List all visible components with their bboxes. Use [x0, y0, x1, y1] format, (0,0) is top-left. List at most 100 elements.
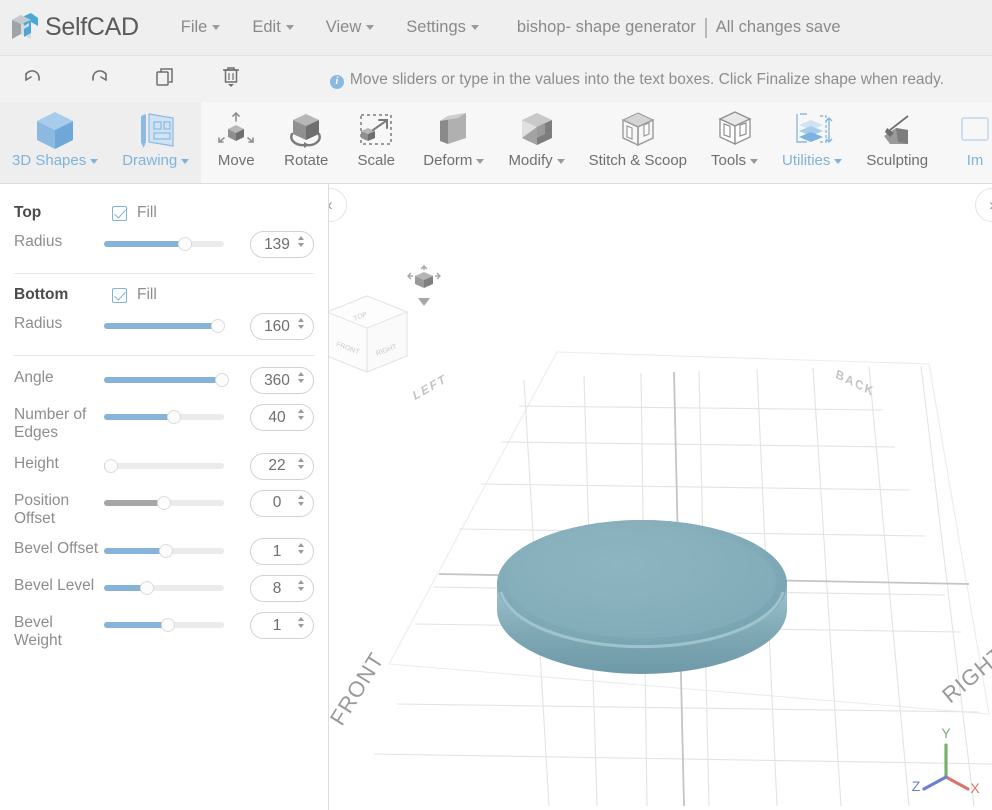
menu-item-view[interactable]: View [310, 12, 390, 43]
spinner-up-icon[interactable] [298, 494, 304, 499]
spinner-arrows[interactable] [298, 457, 304, 469]
document-title[interactable]: bishop- shape generator [517, 18, 696, 37]
delete-button[interactable] [198, 56, 264, 102]
chevron-down-icon [556, 158, 565, 164]
spinner-up-icon[interactable] [298, 457, 304, 462]
ribbon-item-tools[interactable]: Tools [699, 102, 770, 183]
axis-label-x: X [970, 780, 980, 796]
ribbon-item-sculpting[interactable]: Sculpting [854, 102, 940, 183]
spinner-up-icon[interactable] [298, 372, 304, 376]
spinner-up-icon[interactable] [298, 580, 304, 585]
spinner-arrows[interactable] [298, 580, 304, 592]
axis-gizmo[interactable]: Y X Z [908, 721, 981, 804]
slider-knob[interactable] [161, 618, 175, 633]
ribbon-label-stitch-and-scoop: Stitch & Scoop [588, 152, 688, 169]
bottom-fill-label: Fill [137, 286, 157, 303]
param-slider-bottom-radius[interactable] [104, 318, 225, 334]
spinner-arrows[interactable] [298, 236, 304, 247]
param-slider-bevel-offset[interactable] [104, 543, 224, 559]
brand-logo[interactable]: SelfCAD [0, 12, 139, 44]
param-input-top-radius[interactable]: 139 [250, 231, 314, 258]
top-fill-checkbox[interactable] [112, 205, 127, 221]
spinner-down-icon[interactable] [298, 550, 304, 555]
menu-item-edit[interactable]: Edit [236, 12, 309, 43]
selfcad-application: SelfCAD File Edit View Settings bishop- … [0, 0, 992, 810]
param-slider-position-offset[interactable] [104, 495, 224, 511]
spinner-arrows[interactable] [298, 372, 304, 383]
copy-button[interactable] [132, 56, 198, 102]
ribbon-item-scale[interactable]: Scale [341, 102, 411, 183]
spinner-arrows[interactable] [298, 318, 304, 329]
param-slider-height[interactable] [104, 458, 224, 474]
ribbon-item-move[interactable]: Move [201, 102, 271, 183]
ribbon-item-utilities[interactable]: Utilities [770, 102, 854, 183]
ribbon-item-image[interactable]: Im [940, 102, 992, 183]
param-slider-angle[interactable] [104, 372, 229, 388]
param-slider-top-radius[interactable] [104, 236, 224, 252]
copy-pages-icon [153, 65, 177, 94]
spinner-arrows[interactable] [298, 617, 304, 629]
ribbon-label-move: Move [217, 152, 255, 169]
trash-can-icon [219, 64, 243, 95]
ribbon-item-modify[interactable]: Modify [496, 102, 576, 183]
spinner-down-icon[interactable] [298, 416, 304, 420]
deform-cube-icon [431, 107, 477, 153]
slider-knob[interactable] [157, 495, 171, 510]
notice-banner: i Move sliders or type in the values int… [264, 68, 992, 91]
param-label-number-of-edges: Number of Edges [14, 406, 87, 442]
spinner-arrows[interactable] [298, 494, 304, 506]
slider-knob[interactable] [104, 458, 118, 473]
param-slider-bevel-level[interactable] [104, 580, 224, 596]
slider-knob[interactable] [211, 319, 225, 333]
param-input-position-offset[interactable]: 0 [250, 489, 314, 517]
ribbon-item-deform[interactable]: Deform [411, 102, 496, 183]
spinner-down-icon[interactable] [298, 379, 304, 383]
slider-knob[interactable] [215, 373, 229, 387]
param-input-angle[interactable]: 360 [250, 367, 314, 394]
ribbon-item-drawing[interactable]: Drawing [110, 102, 202, 183]
spinner-up-icon[interactable] [298, 617, 304, 622]
slider-knob[interactable] [159, 544, 173, 559]
shape-parameters-panel: Top Fill Radius 139 Bottom Fill Radius 1… [0, 184, 329, 810]
bottom-fill-checkbox[interactable] [112, 287, 127, 303]
slider-knob[interactable] [140, 581, 154, 596]
param-input-height[interactable]: 22 [250, 452, 314, 480]
param-input-number-of-edges[interactable]: 40 [250, 404, 314, 431]
menu-item-settings[interactable]: Settings [390, 12, 495, 43]
spinner-down-icon[interactable] [298, 464, 304, 469]
param-slider-number-of-edges[interactable] [104, 409, 224, 425]
ribbon-item-rotate[interactable]: Rotate [271, 102, 341, 183]
spinner-down-icon[interactable] [298, 243, 304, 247]
param-input-bottom-radius[interactable]: 160 [250, 313, 314, 340]
spinner-down-icon[interactable] [298, 587, 304, 592]
ribbon-item-stitch-and-scoop[interactable]: Stitch & Scoop [577, 102, 699, 183]
param-input-bevel-offset[interactable]: 1 [250, 538, 314, 566]
spinner-arrows[interactable] [298, 409, 304, 420]
slider-knob[interactable] [178, 237, 192, 251]
param-input-bevel-weight[interactable]: 1 [250, 612, 314, 640]
top-menu-bar: SelfCAD File Edit View Settings bishop- … [0, 0, 992, 56]
slider-knob[interactable] [167, 410, 181, 424]
ribbon-label-sculpting: Sculpting [866, 152, 929, 169]
ribbon-item-3d-shapes[interactable]: 3D Shapes [0, 102, 111, 183]
param-slider-bevel-weight[interactable] [104, 617, 224, 633]
redo-button[interactable] [66, 56, 132, 102]
spinner-up-icon[interactable] [298, 409, 304, 413]
spinner-up-icon[interactable] [298, 236, 304, 240]
menu-item-file[interactable]: File [165, 12, 237, 43]
3d-viewport[interactable]: LEFT BACK FRONT RIGHT ‹ › [329, 184, 992, 810]
shape-object-cylinder [497, 520, 787, 674]
undo-button[interactable] [0, 56, 66, 102]
spinner-down-icon[interactable] [298, 501, 304, 506]
navigation-cube[interactable]: TOP FRONT RIGHT [329, 224, 469, 379]
spinner-up-icon[interactable] [298, 318, 304, 322]
info-circle-icon: i [329, 74, 344, 89]
spinner-up-icon[interactable] [298, 543, 304, 548]
spinner-down-icon[interactable] [298, 325, 304, 329]
spinner-arrows[interactable] [298, 543, 304, 555]
chevron-down-icon [476, 158, 485, 164]
undo-arrow-icon [21, 65, 45, 94]
param-row-height: Height 22 [0, 448, 328, 485]
spinner-down-icon[interactable] [298, 624, 304, 629]
param-input-bevel-level[interactable]: 8 [250, 575, 314, 603]
